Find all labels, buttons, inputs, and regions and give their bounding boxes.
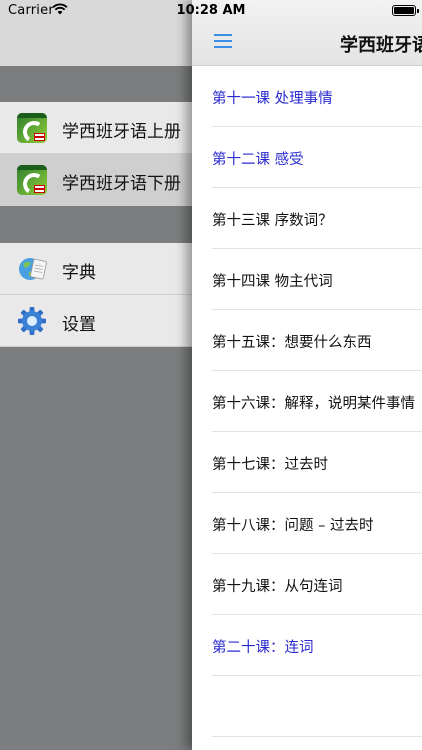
lesson-item[interactable]: 第二十课：连词 [212,615,422,676]
book-list: 学西班牙语上册 学西班牙语下册 [0,102,200,206]
lesson-label: 第十四课 物主代词 [212,274,333,290]
lesson-label: 第二十课：连词 [212,640,314,656]
clock: 10:28 AM [176,3,246,18]
lesson-label: 第十八课：问题 – 过去时 [212,518,374,534]
tool-list: 字典 设置 [0,243,200,347]
side-item-book-1[interactable]: 学西班牙语上册 [0,102,200,154]
lesson-item[interactable]: 第十三课 序数词？ [212,188,422,249]
lesson-label: 第十一课 处理事情 [212,91,333,107]
page-title: 学西班牙语 [340,35,422,56]
lesson-list: 第十一课 处理事情 第十二课 感受第十三课 序数词？ 第十四课 物主代词第十五课：想… [192,66,422,737]
book-cover-icon [17,165,47,195]
side-menu: 学西班牙语上册 学西班牙语下册 字典 设置 [0,0,200,750]
lesson-panel: 学西班牙语 第十一课 处理事情 第十二课 感受第十三课 序数词？ 第十四课 物主代词… [192,0,422,750]
side-item-label: 设置 [62,315,96,335]
lesson-item[interactable]: 第十四课 物主代词 [212,249,422,310]
lesson-label: 第十七课：过去时 [212,457,328,473]
side-item-settings[interactable]: 设置 [0,295,200,347]
lesson-label: 第十六课：解释，说明某件事情 [212,396,415,412]
lesson-item[interactable]: 第十一课 处理事情 [212,66,422,127]
lesson-list-empty-row [212,676,422,737]
battery-icon [392,5,419,16]
status-bar: Carrier 10:28 AM [0,0,422,22]
gear-icon [18,307,46,335]
lesson-item[interactable]: 第十八课：问题 – 过去时 [212,493,422,554]
side-item-dictionary[interactable]: 字典 [0,243,200,295]
lesson-item[interactable]: 第十六课：解释，说明某件事情 [212,371,422,432]
lesson-item[interactable]: 第十二课 感受 [212,127,422,188]
lesson-label: 第十三课 序数词？ [212,213,333,229]
side-item-label: 字典 [62,263,96,283]
lesson-label: 第十九课：从句连词 [212,579,343,595]
hamburger-menu-icon[interactable] [214,32,236,50]
side-item-label: 学西班牙语上册 [62,122,181,142]
book-cover-icon [17,113,47,143]
side-item-label: 学西班牙语下册 [62,174,181,194]
lesson-item[interactable]: 第十七课：过去时 [212,432,422,493]
lesson-label: 第十二课 感受 [212,152,304,168]
lesson-label: 第十五课：想要什么东西 [212,335,372,351]
side-item-book-2[interactable]: 学西班牙语下册 [0,154,200,206]
lesson-item[interactable]: 第十五课：想要什么东西 [212,310,422,371]
dictionary-icon [19,258,47,280]
lesson-item[interactable]: 第十九课：从句连词 [212,554,422,615]
